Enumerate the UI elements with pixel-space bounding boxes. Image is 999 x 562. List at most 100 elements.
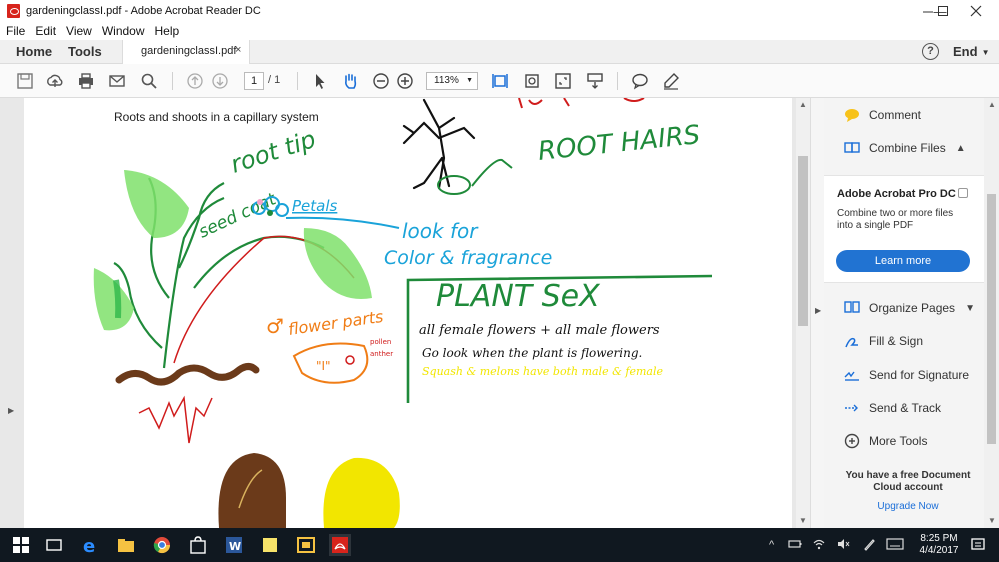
promo-settings-icon[interactable] bbox=[958, 188, 968, 198]
menu-help[interactable]: Help bbox=[155, 24, 180, 38]
title-bar: gardeningclassI.pdf - Adobe Acrobat Read… bbox=[0, 0, 999, 22]
menu-file[interactable]: File bbox=[6, 24, 25, 38]
pen-tray-icon[interactable] bbox=[862, 537, 876, 551]
right-pane-toggle[interactable]: ▶ bbox=[810, 98, 824, 528]
save-button[interactable] bbox=[15, 72, 35, 90]
learn-more-button[interactable]: Learn more bbox=[836, 250, 970, 272]
arrow-down-icon bbox=[212, 73, 228, 89]
menu-edit[interactable]: Edit bbox=[35, 24, 56, 38]
toolbar-divider bbox=[297, 72, 298, 90]
windows-start-icon[interactable] bbox=[10, 534, 32, 556]
zoom-in-button[interactable] bbox=[395, 72, 415, 90]
system-clock[interactable]: 8:25 PM 4/4/2017 bbox=[914, 533, 964, 557]
presentation-app-icon[interactable] bbox=[295, 534, 317, 556]
window-title: gardeningclassI.pdf - Adobe Acrobat Read… bbox=[26, 5, 261, 17]
document-scrollbar[interactable]: ▲ ▼ bbox=[796, 98, 810, 528]
tool-organize-pages[interactable]: Organize Pages ▼ bbox=[844, 298, 975, 318]
sketch-red-fragment bbox=[518, 98, 645, 109]
document-scroll-thumb[interactable] bbox=[798, 156, 808, 326]
scroll-mode-button[interactable] bbox=[585, 72, 605, 90]
email-button[interactable] bbox=[107, 72, 127, 90]
scroll-up-icon[interactable]: ▲ bbox=[799, 100, 807, 109]
rotate-page-icon bbox=[525, 74, 539, 88]
tab-close-button[interactable]: × bbox=[235, 44, 241, 56]
pen-icon bbox=[664, 73, 679, 90]
flower-center bbox=[267, 210, 273, 216]
scroll-up-icon[interactable]: ▲ bbox=[988, 100, 996, 109]
menu-view[interactable]: View bbox=[66, 24, 92, 38]
next-page-button[interactable] bbox=[210, 72, 230, 90]
tool-send-track[interactable]: Send & Track bbox=[844, 398, 941, 418]
label-pollen: pollen bbox=[370, 338, 391, 346]
tool-combine-files-label: Combine Files bbox=[869, 141, 946, 155]
task-view-icon[interactable] bbox=[43, 534, 65, 556]
chevron-down-icon: ▼ bbox=[981, 48, 990, 58]
print-button[interactable] bbox=[76, 72, 96, 90]
rotate-button[interactable] bbox=[522, 72, 542, 90]
hand-tool-button[interactable] bbox=[340, 72, 360, 90]
scroll-down-icon[interactable]: ▼ bbox=[988, 516, 996, 525]
tab-document[interactable]: gardeningclassI.pdf × bbox=[122, 40, 250, 64]
label-root-tip: root tip bbox=[227, 125, 319, 179]
soil-line bbox=[115, 363, 260, 386]
fit-page-button[interactable] bbox=[490, 72, 510, 90]
edge-browser-icon[interactable]: e bbox=[79, 534, 101, 556]
tab-tools[interactable]: Tools bbox=[68, 44, 102, 59]
scroll-down-icon[interactable]: ▼ bbox=[799, 516, 807, 525]
notification-center-icon[interactable] bbox=[970, 537, 986, 553]
search-button[interactable] bbox=[139, 72, 159, 90]
chevron-down-icon: ▼ bbox=[466, 77, 473, 84]
store-icon[interactable] bbox=[187, 534, 209, 556]
battery-icon[interactable] bbox=[788, 537, 802, 551]
volume-icon[interactable] bbox=[836, 537, 850, 551]
chrome-icon[interactable] bbox=[151, 534, 173, 556]
help-icon[interactable]: ? bbox=[922, 43, 939, 60]
sticky-notes-icon[interactable] bbox=[259, 534, 281, 556]
zoom-level-select[interactable]: 113% ▼ bbox=[426, 72, 478, 90]
tool-more-tools[interactable]: More Tools bbox=[844, 431, 927, 451]
cursor-arrow-icon bbox=[316, 74, 325, 89]
label-color-fragrance: Color & fragrance bbox=[384, 247, 552, 269]
tray-expand-icon[interactable]: ^ bbox=[769, 539, 774, 551]
select-tool-button[interactable] bbox=[310, 72, 330, 90]
tool-comment[interactable]: Comment bbox=[844, 105, 921, 125]
seed-brown bbox=[218, 453, 286, 528]
full-screen-button[interactable] bbox=[553, 72, 573, 90]
close-button[interactable] bbox=[953, 0, 999, 22]
promo-title: Adobe Acrobat Pro DC bbox=[837, 188, 956, 200]
clock-date: 4/4/2017 bbox=[919, 545, 959, 556]
acrobat-window: gardeningclassI.pdf - Adobe Acrobat Read… bbox=[0, 0, 999, 562]
tool-send-signature[interactable]: Send for Signature bbox=[844, 365, 969, 385]
upgrade-now-link[interactable]: Upgrade Now bbox=[838, 501, 978, 512]
document-viewport[interactable]: Roots and shoots in a capillary system R… bbox=[0, 98, 796, 528]
svg-text:e: e bbox=[83, 536, 95, 556]
user-menu[interactable]: End ▼ bbox=[953, 44, 989, 59]
tool-combine-files[interactable]: Combine Files ▲ bbox=[844, 138, 966, 158]
page-number-input[interactable]: 1 bbox=[244, 72, 264, 90]
zoom-out-button[interactable] bbox=[371, 72, 391, 90]
word-icon[interactable]: W bbox=[223, 534, 245, 556]
keyboard-icon[interactable] bbox=[886, 538, 904, 550]
chevron-up-icon[interactable]: ▲ bbox=[956, 143, 966, 154]
chevron-down-icon[interactable]: ▼ bbox=[965, 303, 975, 314]
comment-icon bbox=[845, 109, 859, 122]
menu-window[interactable]: Window bbox=[102, 24, 145, 38]
combine-files-icon bbox=[844, 142, 860, 153]
leaf-vein bbox=[113, 279, 122, 319]
tools-pane-scrollbar[interactable]: ▲ ▼ bbox=[984, 98, 999, 528]
highlight-button[interactable] bbox=[661, 72, 681, 90]
acrobat-taskbar-icon[interactable] bbox=[329, 534, 351, 556]
tab-home[interactable]: Home bbox=[16, 44, 52, 59]
comment-button[interactable] bbox=[630, 72, 650, 90]
tools-scroll-thumb[interactable] bbox=[987, 194, 996, 444]
file-explorer-icon[interactable] bbox=[115, 534, 137, 556]
prev-page-button[interactable] bbox=[185, 72, 205, 90]
left-panel-toggle-icon[interactable]: ▶ bbox=[8, 406, 14, 415]
organize-pages-icon bbox=[844, 301, 860, 313]
upload-button[interactable] bbox=[45, 72, 65, 90]
flower-part-outline bbox=[292, 342, 369, 384]
wifi-icon[interactable] bbox=[812, 537, 826, 551]
tool-fill-sign[interactable]: Fill & Sign bbox=[844, 331, 923, 351]
windows-taskbar: e W ^ 8:25 PM 4/4/2017 bbox=[0, 528, 999, 562]
label-look-for: look for bbox=[402, 219, 479, 243]
